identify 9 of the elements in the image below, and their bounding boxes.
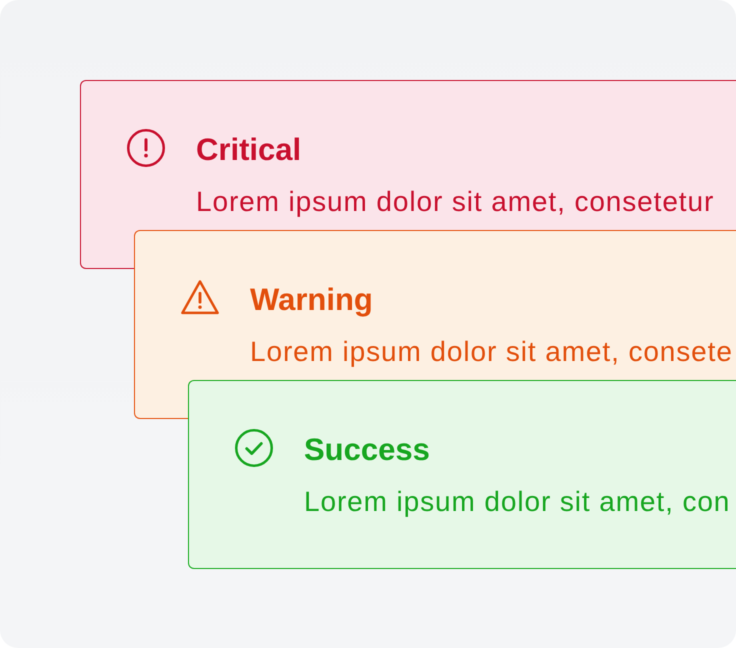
alert-message: Lorem ipsum dolor sit amet, con [304, 485, 730, 519]
alert-title: Success [304, 431, 430, 469]
alert-title: Warning [250, 281, 373, 319]
warning-triangle-icon [181, 279, 219, 317]
alert-title: Critical [196, 131, 302, 169]
alert-message: Lorem ipsum dolor sit amet, consetetur [196, 185, 714, 219]
alert-message: Lorem ipsum dolor sit amet, consete [250, 335, 733, 369]
exclamation-circle-icon [127, 129, 165, 167]
check-circle-icon [235, 429, 273, 467]
